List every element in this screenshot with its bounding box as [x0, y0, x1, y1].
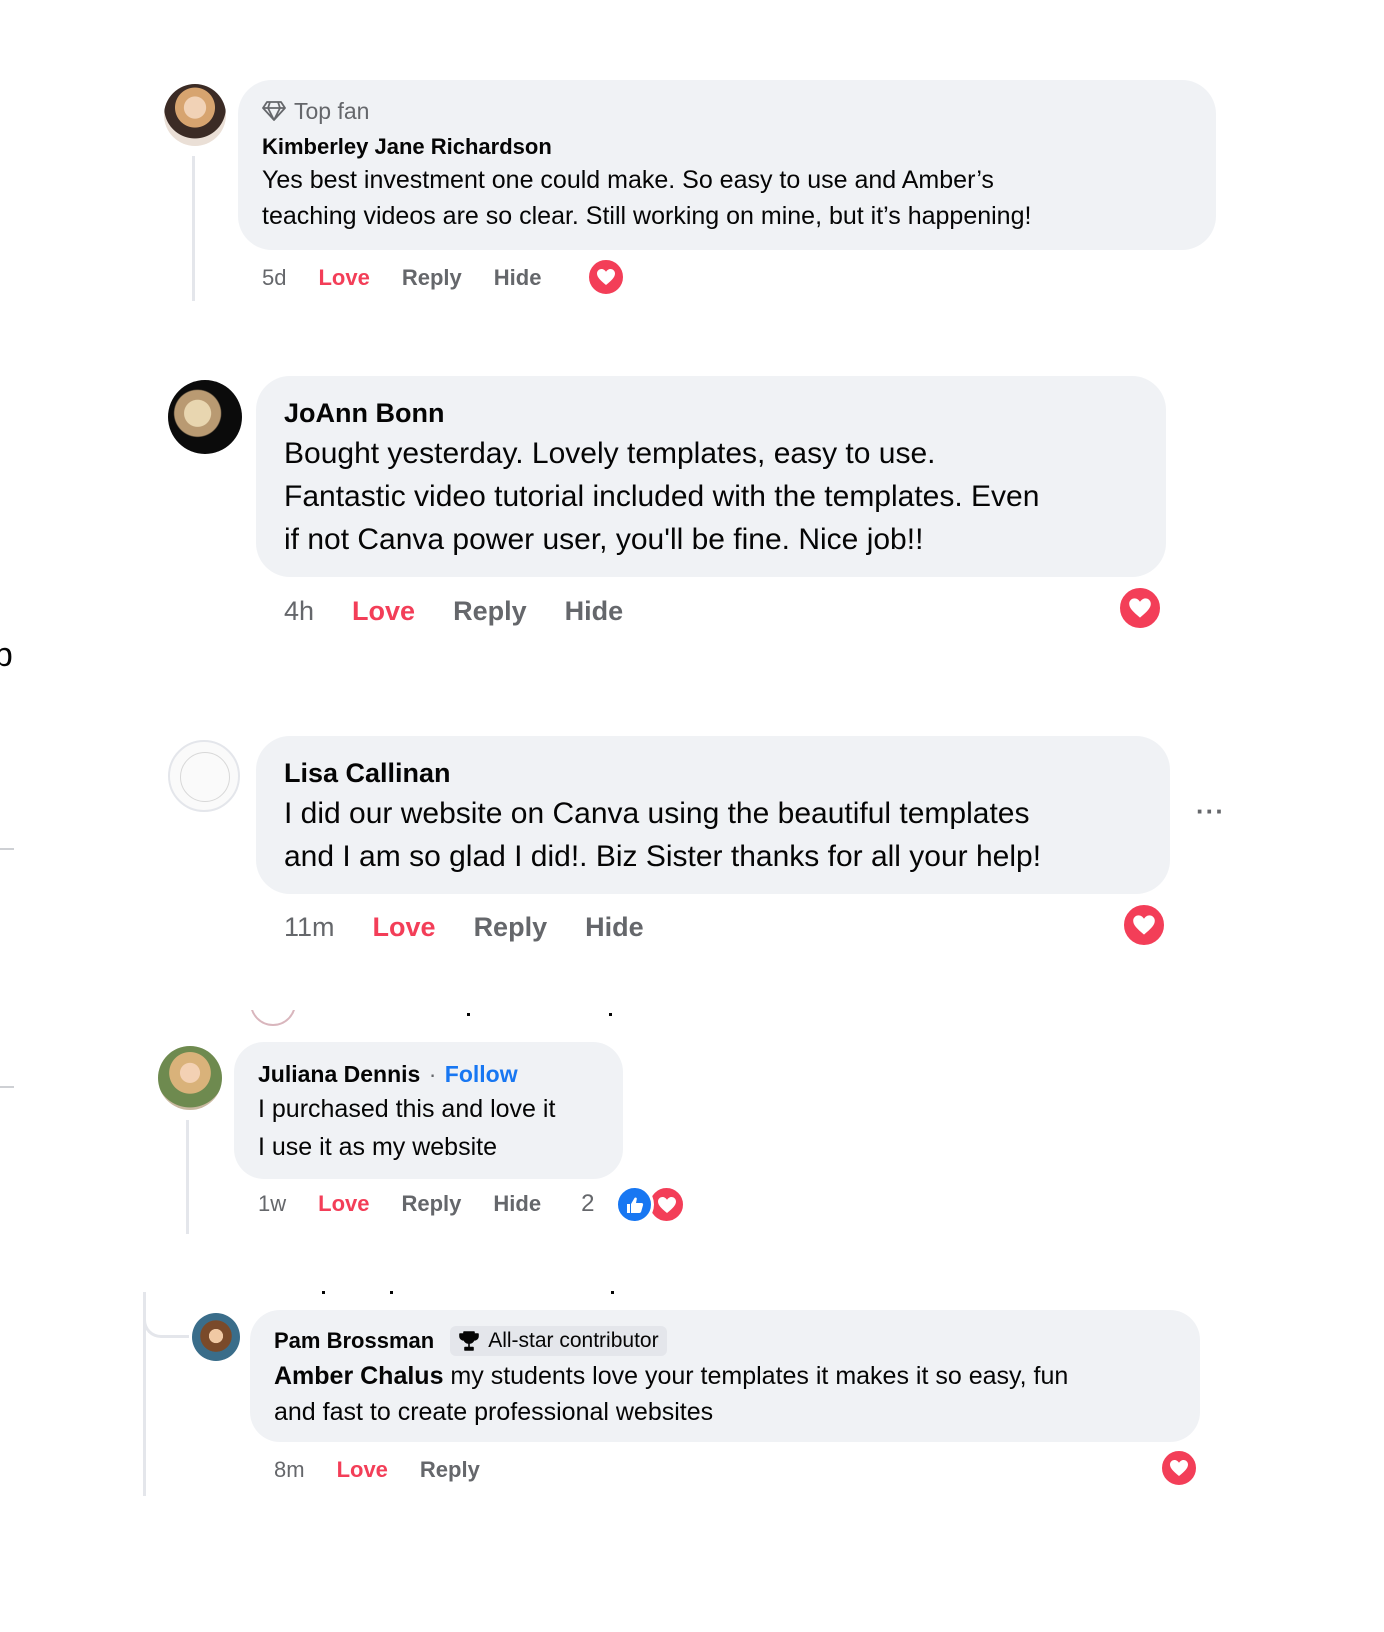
trophy-icon: [458, 1330, 480, 1352]
author-name[interactable]: Lisa Callinan: [284, 756, 1142, 790]
avatar[interactable]: [158, 1046, 222, 1110]
love-button[interactable]: Love: [318, 1191, 369, 1217]
clipped-text-dot: [390, 1291, 393, 1294]
avatar-logo-ring: [180, 752, 230, 802]
avatar[interactable]: [168, 740, 240, 812]
clipped-text-dot: [609, 1013, 612, 1016]
reply-button[interactable]: Reply: [474, 912, 548, 943]
reaction-count[interactable]: 2: [581, 1190, 594, 1218]
hide-button[interactable]: Hide: [565, 596, 624, 627]
clipped-text-dot: [322, 1291, 325, 1294]
author-name[interactable]: JoAnn Bonn: [284, 396, 1138, 430]
hide-button[interactable]: Hide: [585, 912, 644, 943]
comment-actions: 1w Love Reply Hide 2: [258, 1188, 594, 1220]
thread-line: [186, 1120, 189, 1234]
mention-link[interactable]: Amber Chalus: [274, 1362, 443, 1390]
reply-button[interactable]: Reply: [420, 1457, 480, 1483]
author-name[interactable]: Juliana Dennis: [258, 1061, 420, 1087]
diamond-icon: [262, 100, 286, 122]
heart-icon[interactable]: [1121, 902, 1167, 948]
love-button[interactable]: Love: [352, 596, 415, 627]
comment-text-wrap: Amber Chalus my students love your templ…: [274, 1358, 1176, 1430]
author-name[interactable]: Pam Brossman: [274, 1328, 434, 1354]
hide-button[interactable]: Hide: [493, 1191, 541, 1217]
comment-text: I did our website on Canva using the bea…: [284, 797, 1042, 873]
love-button[interactable]: Love: [318, 265, 369, 291]
clipped-avatar-fragment: [250, 1010, 296, 1026]
timestamp[interactable]: 8m: [274, 1457, 305, 1483]
heart-icon[interactable]: [1117, 585, 1163, 631]
heart-icon[interactable]: [1159, 1448, 1199, 1488]
comment-bubble: Lisa Callinan I did our website on Canva…: [256, 736, 1170, 894]
like-icon[interactable]: [615, 1185, 654, 1224]
clipped-text-dot: [467, 1013, 470, 1016]
avatar[interactable]: [164, 84, 226, 146]
love-button[interactable]: Love: [373, 912, 436, 943]
comment-bubble: JoAnn Bonn Bought yesterday. Lovely temp…: [256, 376, 1166, 577]
reply-connector: [143, 1292, 189, 1338]
timestamp[interactable]: 1w: [258, 1191, 286, 1217]
comment-bubble: Top fan Kimberley Jane Richardson Yes be…: [238, 80, 1216, 250]
comment-actions: 11m Love Reply Hide: [284, 908, 644, 946]
edge-text-fragment: ɒ: [0, 636, 13, 674]
comment-bubble: Juliana Dennis · Follow I purchased this…: [234, 1042, 623, 1179]
reply-button[interactable]: Reply: [453, 596, 527, 627]
love-button[interactable]: Love: [337, 1457, 388, 1483]
reply-button[interactable]: Reply: [401, 1191, 461, 1217]
badge-label: All-star contributor: [488, 1329, 659, 1352]
avatar[interactable]: [168, 380, 242, 454]
comment-actions: 8m Love Reply: [274, 1454, 480, 1486]
comment-bubble: Pam Brossman All-star contributor Amber …: [250, 1310, 1200, 1442]
timestamp[interactable]: 11m: [284, 912, 335, 943]
avatar[interactable]: [192, 1313, 240, 1361]
all-star-badge: All-star contributor: [450, 1326, 667, 1356]
author-name[interactable]: Kimberley Jane Richardson: [262, 134, 1192, 160]
follow-button[interactable]: Follow: [445, 1061, 518, 1087]
separator-dot: ·: [428, 1061, 437, 1087]
hide-button[interactable]: Hide: [494, 265, 542, 291]
edge-divider: [0, 1086, 14, 1088]
timestamp[interactable]: 5d: [262, 265, 286, 291]
comment-text: I purchased this and love it I use it as…: [258, 1095, 556, 1161]
comment-text: Bought yesterday. Lovely templates, easy…: [284, 437, 1040, 556]
comment-text: Yes best investment one could make. So e…: [262, 166, 1032, 230]
clipped-text-dot: [611, 1291, 614, 1294]
comment-actions: 4h Love Reply Hide: [284, 592, 623, 630]
comment-actions: 5d Love Reply Hide: [262, 262, 541, 294]
edge-divider: [0, 848, 14, 850]
reply-button[interactable]: Reply: [402, 265, 462, 291]
thread-line: [192, 156, 195, 301]
top-fan-badge: Top fan: [294, 97, 370, 124]
heart-icon[interactable]: [586, 257, 626, 297]
timestamp[interactable]: 4h: [284, 596, 314, 627]
more-options-button[interactable]: ···: [1196, 796, 1225, 827]
